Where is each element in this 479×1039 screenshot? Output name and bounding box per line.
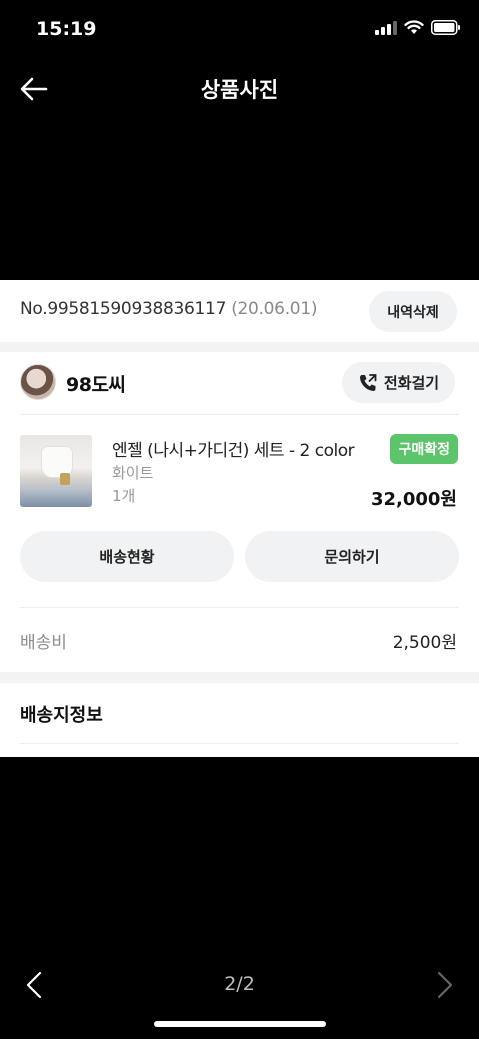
signal-icon — [375, 20, 397, 35]
product-price: 32,000원 — [370, 489, 457, 510]
delete-history-button[interactable]: 내역삭제 — [369, 291, 457, 332]
shipping-fee-value: 2,500원 — [392, 633, 457, 653]
product-thumbnail — [20, 435, 92, 507]
product-item[interactable]: 엔젤 (나시+가디건) 세트 - 2 color 화이트 1개 구매확정 32,… — [0, 415, 479, 525]
seller-avatar — [20, 364, 56, 400]
product-name: 엔젤 (나시+가디건) 세트 - 2 color — [112, 441, 355, 461]
status-time: 15:19 — [36, 18, 97, 40]
status-icons — [375, 20, 461, 35]
divider — [20, 743, 459, 744]
status-bar: 15:19 — [0, 0, 479, 58]
section-gap — [0, 342, 479, 352]
inquiry-button[interactable]: 문의하기 — [245, 531, 459, 582]
action-buttons: 배송현황 문의하기 — [20, 531, 459, 582]
product-option: 화이트 — [112, 464, 154, 482]
home-indicator[interactable] — [154, 1021, 326, 1027]
product-photo: No.99581590938836117 (20.06.01) 내역삭제 98도… — [0, 280, 479, 757]
seller-name: 98도씨 — [66, 374, 126, 396]
next-photo-button[interactable] — [431, 968, 459, 1002]
page-indicator: 2/2 — [224, 973, 255, 995]
nav-bar: 상품사진 — [0, 58, 479, 118]
shipping-fee-row: 배송비 2,500원 — [0, 608, 479, 672]
phone-icon — [359, 373, 377, 391]
shipping-info-title: 배송지정보 — [20, 705, 103, 726]
battery-icon — [431, 20, 460, 35]
section-gap — [0, 672, 479, 683]
shipping-fee-label: 배송비 — [20, 633, 67, 653]
order-date: (20.06.01) — [231, 299, 318, 319]
photo-pager: 2/2 — [0, 960, 479, 1010]
status-badge: 구매확정 — [390, 434, 458, 464]
page-title: 상품사진 — [200, 78, 279, 102]
seller-row: 98도씨 전화걸기 — [0, 352, 479, 414]
order-row: No.99581590938836117 (20.06.01) 내역삭제 — [0, 280, 479, 342]
order-number-line: No.99581590938836117 (20.06.01) — [20, 299, 317, 319]
call-button[interactable]: 전화걸기 — [342, 362, 455, 403]
wifi-icon — [404, 20, 424, 34]
product-quantity: 1개 — [112, 487, 136, 505]
order-number: No.99581590938836117 — [20, 299, 227, 319]
shipping-status-button[interactable]: 배송현황 — [20, 531, 234, 582]
call-button-label: 전화걸기 — [383, 374, 440, 392]
chevron-right-icon — [437, 971, 453, 999]
